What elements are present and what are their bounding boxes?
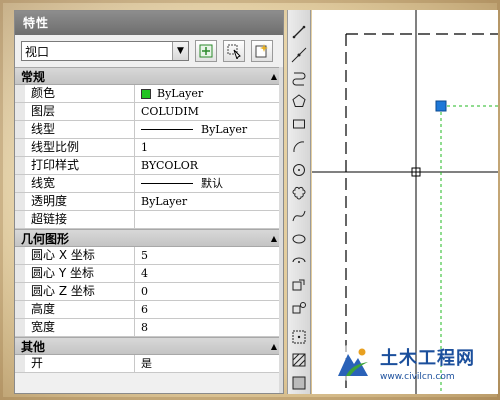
property-row[interactable]: 线型比例 1 bbox=[15, 139, 283, 157]
property-name: 圆心 X 坐标 bbox=[25, 247, 135, 264]
palette-title[interactable]: 特性 bbox=[15, 11, 283, 35]
property-value[interactable]: 8 bbox=[135, 319, 283, 336]
linetype-sample bbox=[141, 129, 193, 130]
quick-select-button[interactable] bbox=[251, 40, 273, 62]
property-value[interactable]: 0 bbox=[135, 283, 283, 300]
palette-scrollbar[interactable] bbox=[279, 67, 283, 393]
property-row[interactable]: 线型 ByLayer bbox=[15, 121, 283, 139]
section-header-general[interactable]: 常规 ▲ bbox=[15, 67, 283, 85]
property-row[interactable]: 透明度 ByLayer bbox=[15, 193, 283, 211]
grip-handle bbox=[435, 100, 447, 112]
drawing-area[interactable] bbox=[312, 10, 498, 394]
select-objects-button[interactable] bbox=[223, 40, 245, 62]
property-row[interactable]: 超链接 bbox=[15, 211, 283, 229]
property-name: 图层 bbox=[25, 103, 135, 120]
property-name: 高度 bbox=[25, 301, 135, 318]
civilcn-logo-icon bbox=[334, 344, 372, 382]
properties-palette: 特性 视口 ▼ 常规 ▲ 颜色 ByLayer 图层 COLUDIM 线型 By… bbox=[14, 10, 284, 394]
property-name: 线型比例 bbox=[25, 139, 135, 156]
property-name: 打印样式 bbox=[25, 157, 135, 174]
property-value[interactable]: 6 bbox=[135, 301, 283, 318]
property-name: 线宽 bbox=[25, 175, 135, 192]
property-name: 超链接 bbox=[25, 211, 135, 228]
section-title: 几何图形 bbox=[21, 231, 70, 246]
property-value[interactable]: 1 bbox=[135, 139, 283, 156]
property-value[interactable]: ByLayer bbox=[135, 121, 283, 138]
property-row[interactable]: 颜色 ByLayer bbox=[15, 85, 283, 103]
property-value[interactable]: ByLayer bbox=[135, 85, 283, 102]
draw-toolbar bbox=[287, 10, 311, 394]
property-row[interactable]: 打印样式 BYCOLOR bbox=[15, 157, 283, 175]
property-value[interactable]: 5 bbox=[135, 247, 283, 264]
property-row[interactable]: 图层 COLUDIM bbox=[15, 103, 283, 121]
property-value[interactable] bbox=[135, 211, 283, 228]
spline-icon[interactable] bbox=[288, 204, 310, 227]
polygon-icon[interactable] bbox=[288, 89, 310, 112]
section-title: 其他 bbox=[21, 339, 46, 354]
select-objects-icon bbox=[227, 44, 241, 59]
chevron-down-icon[interactable]: ▼ bbox=[172, 42, 188, 60]
watermark-title: 土木工程网 bbox=[380, 348, 475, 369]
section-header-geometry[interactable]: 几何图形 ▲ bbox=[15, 229, 283, 247]
collapse-arrow-icon[interactable]: ▲ bbox=[271, 72, 277, 81]
collapse-arrow-icon[interactable]: ▲ bbox=[271, 342, 277, 351]
property-value-text: ByLayer bbox=[157, 87, 204, 100]
property-name: 圆心 Y 坐标 bbox=[25, 265, 135, 282]
lineweight-sample bbox=[141, 183, 193, 184]
ellipse-arc-icon[interactable] bbox=[288, 250, 310, 273]
section-general: 常规 ▲ 颜色 ByLayer 图层 COLUDIM 线型 ByLayer 线型… bbox=[15, 67, 283, 229]
hatch-icon[interactable] bbox=[288, 348, 310, 371]
property-value-text: ByLayer bbox=[201, 123, 248, 136]
property-row[interactable]: 线宽 默认 bbox=[15, 175, 283, 193]
property-value[interactable]: 是 bbox=[135, 355, 283, 372]
toggle-pickadd-button[interactable] bbox=[195, 40, 217, 62]
watermark: 土木工程网 www.civilcn.com bbox=[332, 338, 492, 388]
section-title: 常规 bbox=[21, 69, 46, 84]
property-row[interactable]: 圆心 X 坐标 5 bbox=[15, 247, 283, 265]
property-name: 圆心 Z 坐标 bbox=[25, 283, 135, 300]
property-row[interactable]: 开 是 bbox=[15, 355, 283, 373]
property-name: 透明度 bbox=[25, 193, 135, 210]
property-value-text: 默认 bbox=[201, 177, 223, 190]
ellipse-icon[interactable] bbox=[288, 227, 310, 250]
property-value[interactable]: COLUDIM bbox=[135, 103, 283, 120]
color-swatch bbox=[141, 88, 151, 99]
property-name: 宽度 bbox=[25, 319, 135, 336]
point-icon[interactable] bbox=[288, 325, 310, 348]
property-name: 线型 bbox=[25, 121, 135, 138]
revision-cloud-icon[interactable] bbox=[288, 181, 310, 204]
region-icon[interactable] bbox=[288, 394, 310, 400]
object-type-dropdown[interactable]: 视口 ▼ bbox=[21, 41, 189, 61]
property-value[interactable]: ByLayer bbox=[135, 193, 283, 210]
polyline-icon[interactable] bbox=[288, 66, 310, 89]
section-misc: 其他 ▲ 开 是 bbox=[15, 337, 283, 373]
line-icon[interactable] bbox=[288, 20, 310, 43]
rectangle-icon[interactable] bbox=[288, 112, 310, 135]
property-name: 开 bbox=[25, 355, 135, 372]
property-row[interactable]: 高度 6 bbox=[15, 301, 283, 319]
make-block-icon[interactable] bbox=[288, 296, 310, 319]
collapse-arrow-icon[interactable]: ▲ bbox=[271, 234, 277, 243]
section-geometry: 几何图形 ▲ 圆心 X 坐标 5 圆心 Y 坐标 4 圆心 Z 坐标 0 高度 … bbox=[15, 229, 283, 337]
property-value[interactable]: BYCOLOR bbox=[135, 157, 283, 174]
arc-icon[interactable] bbox=[288, 135, 310, 158]
gradient-icon[interactable] bbox=[288, 371, 310, 394]
property-value[interactable]: 4 bbox=[135, 265, 283, 282]
section-header-misc[interactable]: 其他 ▲ bbox=[15, 337, 283, 355]
watermark-url: www.civilcn.com bbox=[380, 372, 455, 382]
object-type-value: 视口 bbox=[25, 44, 50, 59]
object-selector-row: 视口 ▼ bbox=[15, 35, 283, 67]
pickadd-icon bbox=[199, 44, 213, 58]
property-value[interactable]: 默认 bbox=[135, 175, 283, 192]
quick-select-icon bbox=[255, 44, 268, 58]
property-row[interactable]: 宽度 8 bbox=[15, 319, 283, 337]
insert-block-icon[interactable] bbox=[288, 273, 310, 296]
property-row[interactable]: 圆心 Y 坐标 4 bbox=[15, 265, 283, 283]
circle-icon[interactable] bbox=[288, 158, 310, 181]
drawing-canvas[interactable] bbox=[312, 10, 498, 394]
construction-line-icon[interactable] bbox=[288, 43, 310, 66]
property-row[interactable]: 圆心 Z 坐标 0 bbox=[15, 283, 283, 301]
property-name: 颜色 bbox=[25, 85, 135, 102]
